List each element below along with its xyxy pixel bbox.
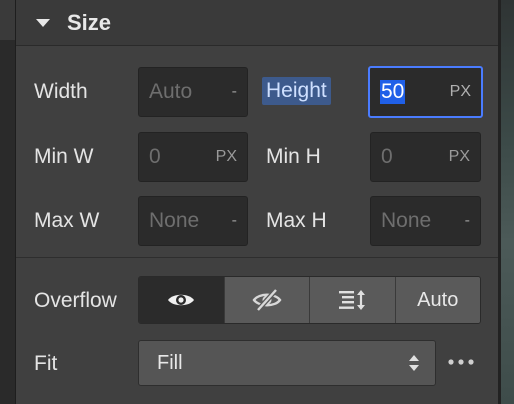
- height-value: 50: [380, 80, 406, 104]
- left-scroll-strip: [0, 0, 16, 404]
- width-field[interactable]: Auto -: [138, 67, 248, 117]
- min-width-label: Min W: [34, 145, 94, 168]
- max-height-field[interactable]: None -: [370, 196, 481, 246]
- height-field[interactable]: 50 PX: [368, 66, 483, 118]
- max-height-label: Max H: [266, 209, 327, 232]
- max-width-label: Max W: [34, 209, 100, 232]
- fit-label: Fit: [34, 352, 58, 375]
- scroll-icon: [339, 290, 366, 310]
- min-height-value: 0: [381, 145, 393, 168]
- canvas-background: [501, 0, 514, 404]
- min-width-unit[interactable]: PX: [216, 148, 237, 166]
- min-height-field[interactable]: 0 PX: [370, 132, 481, 182]
- overflow-scroll-button[interactable]: [309, 277, 395, 323]
- fit-select[interactable]: Fill: [138, 340, 436, 386]
- max-width-unit[interactable]: -: [232, 212, 237, 230]
- fit-select-value: Fill: [157, 351, 183, 374]
- style-panel: Size Width Auto - Height 50 PX Min W 0 P…: [16, 0, 498, 404]
- size-section-header[interactable]: Size: [16, 0, 498, 46]
- more-options-icon[interactable]: [446, 352, 476, 372]
- max-height-unit[interactable]: -: [465, 212, 470, 230]
- eye-icon: [168, 294, 195, 306]
- max-width-value: None: [149, 209, 200, 232]
- min-width-value: 0: [149, 145, 161, 168]
- max-height-value: None: [381, 209, 432, 232]
- height-unit[interactable]: PX: [450, 83, 471, 101]
- section-divider: [16, 257, 498, 258]
- scrollbar-thumb[interactable]: [0, 0, 15, 40]
- width-unit[interactable]: -: [232, 83, 237, 101]
- overflow-visible-button[interactable]: [139, 277, 224, 323]
- min-height-unit[interactable]: PX: [449, 148, 470, 166]
- min-height-label: Min H: [266, 145, 321, 168]
- overflow-hidden-button[interactable]: [223, 277, 309, 323]
- overflow-auto-button[interactable]: Auto: [394, 277, 480, 323]
- width-label: Width: [34, 80, 88, 103]
- canvas-edge: [498, 0, 514, 404]
- height-label: Height: [262, 77, 331, 105]
- updown-chevron-icon: [409, 355, 419, 371]
- min-width-field[interactable]: 0 PX: [138, 132, 248, 182]
- overflow-label: Overflow: [34, 289, 117, 312]
- section-title: Size: [67, 9, 112, 35]
- width-value: Auto: [149, 80, 193, 103]
- eye-slash-icon: [252, 288, 282, 312]
- max-width-field[interactable]: None -: [138, 196, 248, 246]
- caret-down-icon[interactable]: [36, 18, 50, 27]
- overflow-segmented-control: Auto: [138, 276, 481, 324]
- overflow-auto-label: Auto: [417, 288, 459, 311]
